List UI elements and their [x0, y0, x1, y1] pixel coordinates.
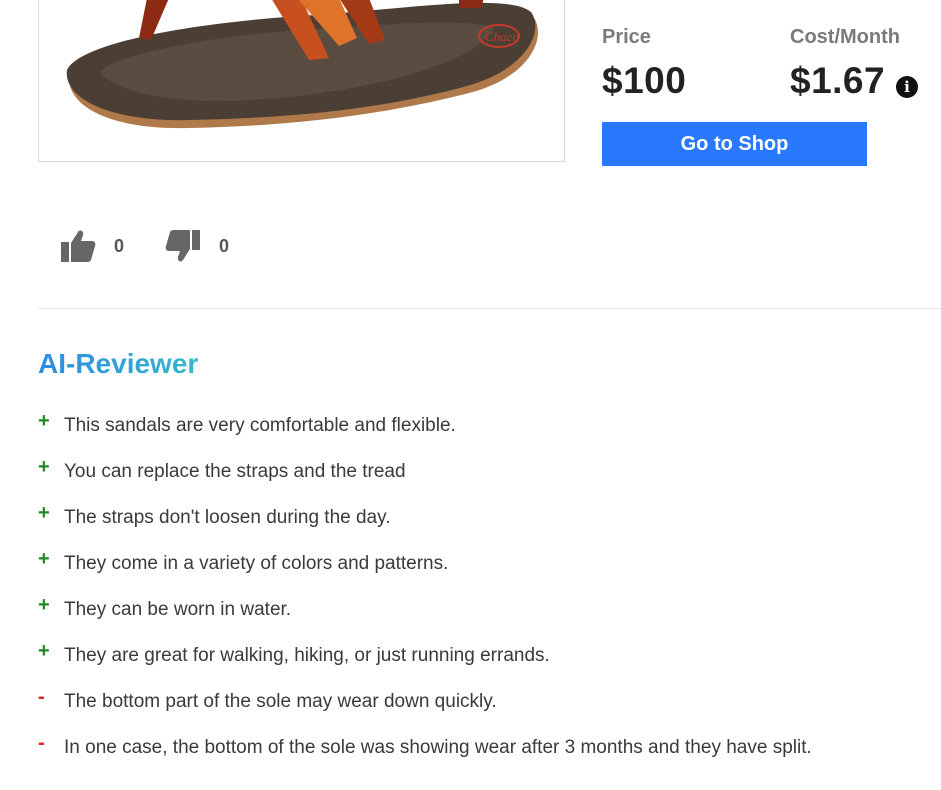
thumbs-down-icon [165, 230, 200, 262]
review-item: + This sandals are very comfortable and … [38, 410, 812, 456]
info-icon[interactable]: i [896, 76, 918, 98]
review-text: They are great for walking, hiking, or j… [64, 645, 550, 666]
review-item: - In one case, the bottom of the sole wa… [38, 732, 812, 778]
brand-logo: Chaco [485, 29, 519, 44]
review-text: You can replace the straps and the tread [64, 461, 406, 482]
ai-review-list: + This sandals are very comfortable and … [38, 410, 812, 778]
review-item: + They are great for walking, hiking, or… [38, 640, 812, 686]
go-to-shop-button[interactable]: Go to Shop [602, 122, 867, 166]
section-divider [38, 308, 941, 309]
review-item: + They can be worn in water. [38, 594, 812, 640]
review-marker: + [38, 594, 50, 616]
price-label: Price [602, 26, 651, 48]
review-marker: - [38, 732, 45, 754]
review-marker: + [38, 502, 50, 524]
review-marker: + [38, 640, 50, 662]
review-item: + The straps don't loosen during the day… [38, 502, 812, 548]
review-text: They come in a variety of colors and pat… [64, 553, 449, 574]
review-marker: - [38, 686, 45, 708]
review-text: The bottom part of the sole may wear dow… [64, 691, 497, 712]
thumbs-up-icon [61, 230, 96, 262]
downvote-count: 0 [219, 235, 230, 256]
review-text: The straps don't loosen during the day. [64, 507, 391, 528]
review-item: - The bottom part of the sole may wear d… [38, 686, 812, 732]
sandal-illustration: Chaco [66, 0, 538, 129]
cost-month-value: $1.67 [790, 60, 886, 101]
cost-month-label: Cost/Month [790, 26, 900, 48]
review-marker: + [38, 410, 50, 432]
review-item: + They come in a variety of colors and p… [38, 548, 812, 594]
review-text: They can be worn in water. [64, 599, 292, 620]
upvote-button[interactable]: 0 [60, 228, 124, 264]
price-value: $100 [602, 60, 687, 101]
review-text: In one case, the bottom of the sole was … [64, 737, 812, 758]
review-item: + You can replace the straps and the tre… [38, 456, 812, 502]
review-marker: + [38, 456, 50, 478]
downvote-button[interactable]: 0 [165, 228, 229, 264]
review-text: This sandals are very comfortable and fl… [64, 415, 456, 436]
ai-reviewer-heading: AI-Reviewer [38, 348, 199, 379]
review-marker: + [38, 548, 50, 570]
upvote-count: 0 [114, 235, 125, 256]
product-image: Chaco [38, 0, 565, 162]
